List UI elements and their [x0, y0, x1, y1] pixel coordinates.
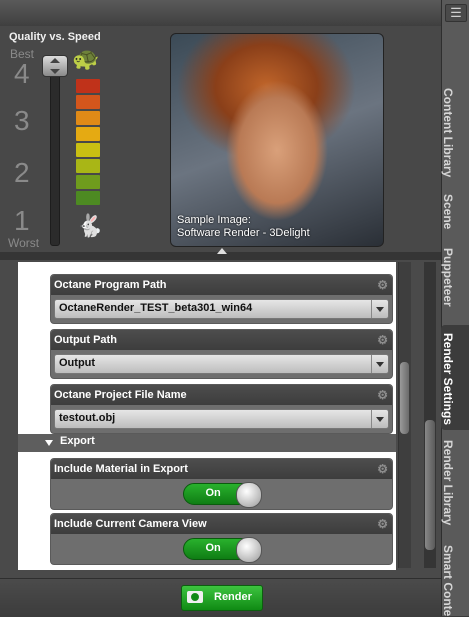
dropdown-value: testout.obj: [59, 412, 116, 424]
property-label-text: Octane Program Path: [54, 279, 167, 291]
meter-bar: [76, 111, 100, 125]
include-camera-view-toggle[interactable]: On: [182, 537, 262, 563]
property-label-text: Octane Project File Name: [54, 389, 187, 401]
rabbit-icon: 🐇: [76, 213, 104, 238]
include-material-toggle[interactable]: On: [182, 482, 262, 508]
toggle-knob[interactable]: [235, 482, 262, 508]
export-group-header[interactable]: Export: [18, 434, 396, 452]
gear-icon[interactable]: ⚙: [377, 275, 388, 295]
octane-project-file-name-property: Octane Project File Name ⚙ testout.obj: [50, 384, 393, 434]
output-path-dropdown[interactable]: Output: [54, 354, 389, 374]
include-material-property: Include Material in Export ⚙ On: [50, 458, 393, 510]
gear-icon[interactable]: ⚙: [377, 514, 388, 534]
expand-triangle-icon[interactable]: [45, 440, 53, 446]
toggle-knob[interactable]: [235, 537, 262, 563]
menu-icon[interactable]: ☰: [445, 4, 467, 22]
level-1-label: 1: [14, 205, 30, 236]
property-label: Output Path ⚙: [51, 330, 392, 350]
turtle-icon: 🐢: [72, 46, 100, 71]
property-label-text: Output Path: [54, 334, 117, 346]
tab-label: Render Library: [441, 440, 455, 526]
level-2-label: 2: [14, 157, 30, 188]
tab-label: Smart Conte: [441, 545, 455, 617]
quality-slider-track[interactable]: [50, 58, 60, 246]
scrollbar-thumb[interactable]: [400, 362, 409, 434]
project-file-name-dropdown[interactable]: testout.obj: [54, 409, 389, 429]
render-button-label: Render: [214, 591, 252, 603]
toggle-state: On: [205, 542, 221, 554]
dropdown-value: OctaneRender_TEST_beta301_win64: [59, 302, 253, 314]
tab-content-library[interactable]: Content Library: [441, 88, 469, 183]
octane-program-path-property: Octane Program Path ⚙ OctaneRender_TEST_…: [50, 274, 393, 324]
group-label: Export: [60, 435, 95, 447]
property-label-text: Include Current Camera View: [54, 518, 207, 530]
tab-scene[interactable]: Scene: [441, 194, 469, 239]
meter-bar: [76, 191, 100, 205]
sample-caption-line2: Software Render - 3Delight: [177, 227, 310, 239]
meter-bar: [76, 127, 100, 141]
render-button[interactable]: Render: [181, 585, 263, 611]
tab-label: Content Library: [441, 88, 455, 178]
tab-render-library[interactable]: Render Library: [441, 440, 469, 535]
meter-bar: [76, 143, 100, 157]
meter-bar: [76, 95, 100, 109]
tab-label: Scene: [441, 194, 455, 230]
chevron-down-icon[interactable]: [371, 300, 388, 318]
tab-label: Puppeteer: [441, 248, 455, 307]
outer-scrollbar-thumb[interactable]: [425, 420, 435, 550]
toggle-state: On: [205, 487, 221, 499]
quality-meter: [76, 79, 100, 207]
property-label: Octane Program Path ⚙: [51, 275, 392, 295]
tab-label: Render Settings: [441, 333, 455, 426]
camera-icon: [187, 591, 203, 603]
tab-render-settings[interactable]: Render Settings: [441, 325, 469, 430]
chevron-down-icon[interactable]: [371, 355, 388, 373]
output-path-property: Output Path ⚙ Output: [50, 329, 393, 379]
worst-label: Worst: [8, 236, 40, 250]
include-camera-view-property: Include Current Camera View ⚙ On: [50, 513, 393, 565]
tab-puppeteer[interactable]: Puppeteer: [441, 248, 469, 318]
property-label: Octane Project File Name ⚙: [51, 385, 392, 405]
property-label: Include Material in Export ⚙: [51, 459, 392, 479]
property-label: Include Current Camera View ⚙: [51, 514, 392, 534]
gear-icon[interactable]: ⚙: [377, 459, 388, 479]
meter-bar: [76, 79, 100, 93]
property-label-text: Include Material in Export: [54, 463, 188, 475]
dropdown-value: Output: [59, 357, 96, 369]
meter-bar: [76, 159, 100, 173]
list-left-margin: [0, 262, 18, 570]
gear-icon[interactable]: ⚙: [377, 385, 388, 405]
meter-bar: [76, 175, 100, 189]
quality-speed-title: Quality vs. Speed: [9, 31, 101, 43]
level-3-label: 3: [14, 105, 30, 136]
tab-smart-content[interactable]: Smart Conte: [441, 545, 469, 616]
gear-icon[interactable]: ⚙: [377, 330, 388, 350]
quality-slider-handle[interactable]: [42, 55, 68, 77]
sample-caption-line1: Sample Image:: [177, 214, 251, 226]
level-4-label: 4: [14, 58, 30, 89]
pane-title-strip: [0, 0, 441, 27]
octane-program-path-dropdown[interactable]: OctaneRender_TEST_beta301_win64: [54, 299, 389, 319]
chevron-down-icon[interactable]: [371, 410, 388, 428]
collapse-arrow-icon[interactable]: [217, 248, 227, 254]
sample-caption: Sample Image: Software Render - 3Delight: [177, 214, 310, 240]
